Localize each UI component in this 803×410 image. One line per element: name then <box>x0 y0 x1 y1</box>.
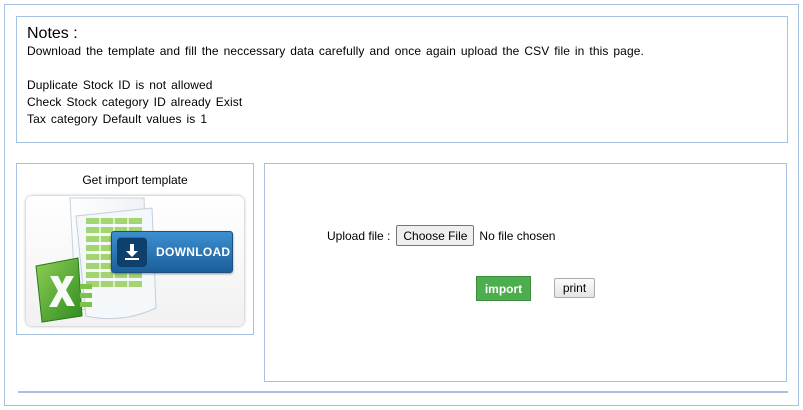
notes-rule-tax: Tax category Default values is 1 <box>27 112 208 126</box>
download-button[interactable]: DOWNLOAD <box>111 231 233 273</box>
notes-rule-duplicate-id: Duplicate Stock ID is not allowed <box>27 78 213 92</box>
notes-title: Notes : <box>27 25 78 42</box>
template-heading: Get import template <box>82 173 188 187</box>
notes-rule-category: Check Stock category ID already Exist <box>27 95 243 109</box>
notes-instruction: Download the template and fill the necce… <box>27 44 644 58</box>
download-template-card[interactable]: DOWNLOAD <box>26 196 244 326</box>
upload-panel: Upload file : Choose File No file chosen… <box>264 163 787 382</box>
import-template-panel: Get import template DOWNLOAD <box>16 163 254 335</box>
choose-file-button[interactable]: Choose File <box>396 225 475 246</box>
import-button[interactable]: import <box>476 276 531 301</box>
footer-divider <box>18 391 788 393</box>
file-status-text: No file chosen <box>479 228 556 243</box>
download-label: DOWNLOAD <box>156 245 231 259</box>
upload-file-label: Upload file : <box>327 228 391 243</box>
upload-row: Upload file : Choose File No file chosen <box>327 225 555 246</box>
notes-panel: Notes : Download the template and fill t… <box>16 16 788 143</box>
print-button[interactable]: print <box>554 278 595 298</box>
download-arrow-icon <box>117 237 147 267</box>
